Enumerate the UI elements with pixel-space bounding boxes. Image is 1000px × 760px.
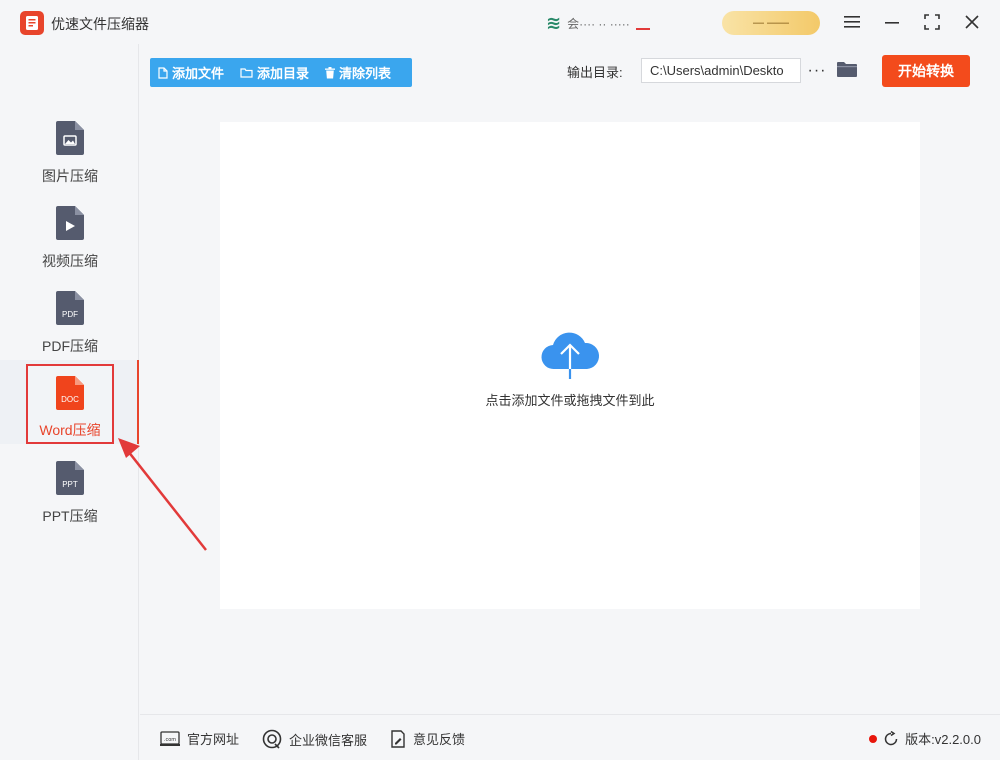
website-icon: .com (160, 730, 180, 746)
add-folder-label: 添加目录 (257, 66, 310, 81)
file-type-tag: DOC (61, 395, 79, 404)
wechat-support-icon (262, 729, 282, 749)
official-website-link[interactable]: .com 官方网址 (160, 729, 239, 748)
feedback-link[interactable]: 意见反馈 (390, 729, 465, 748)
maximize-icon[interactable] (920, 10, 944, 34)
sidebar-item-pdf[interactable]: PDF PDF压缩 (26, 280, 114, 360)
browse-more-button[interactable]: ··· (806, 58, 828, 83)
add-file-label: 添加文件 (172, 66, 225, 81)
minimize-icon[interactable] (880, 10, 904, 34)
footer: .com 官方网址 企业微信客服 意见反馈 版本:v2.2.0.0 (140, 714, 1000, 760)
sidebar-item-word[interactable]: DOC Word压缩 (26, 364, 114, 444)
svg-text:.com: .com (164, 737, 176, 743)
menu-icon[interactable] (840, 10, 864, 34)
refresh-icon[interactable] (883, 730, 899, 747)
video-file-icon (56, 206, 84, 243)
sidebar-item-ppt[interactable]: PPT PPT压缩 (26, 450, 114, 530)
wechat-support-label: 企业微信客服 (289, 732, 368, 748)
sidebar-item-video[interactable]: 视频压缩 (26, 195, 114, 275)
user-info[interactable]: ≋ 会···· ·· ····· (546, 13, 650, 34)
output-directory-label: 输出目录: (567, 65, 623, 80)
clear-list-button[interactable]: 清除列表 (317, 58, 399, 87)
app-title: 优速文件压缩器 (51, 16, 149, 32)
sidebar-item-image[interactable]: 图片压缩 (26, 110, 114, 190)
feedback-icon (391, 729, 405, 748)
trash-icon (325, 66, 336, 78)
start-convert-button[interactable]: 开始转换 (882, 55, 970, 87)
file-type-tag: PPT (62, 480, 78, 489)
title-bar: 优速文件压缩器 ≋ 会···· ·· ····· — —— (0, 0, 1000, 44)
add-file-button[interactable]: 添加文件 (150, 58, 232, 87)
version-label: 版本:v2.2.0.0 (905, 732, 981, 747)
pdf-file-icon: PDF (56, 291, 84, 328)
user-avatar-icon: ≋ (546, 13, 562, 33)
version-info: 版本:v2.2.0.0 (869, 729, 981, 748)
app-logo-icon (20, 11, 44, 35)
sidebar-item-label: Word压缩 (39, 422, 101, 438)
image-file-icon (56, 121, 84, 158)
sidebar-item-label: 视频压缩 (42, 253, 98, 269)
file-drop-zone[interactable]: 点击添加文件或拖拽文件到此 (220, 122, 920, 609)
file-type-tag: PDF (62, 310, 78, 319)
close-icon[interactable] (960, 10, 984, 34)
user-flag-icon (635, 27, 650, 30)
annotation-arrow (118, 438, 207, 551)
sidebar-item-label: PPT压缩 (42, 508, 98, 524)
open-folder-icon[interactable] (836, 60, 858, 82)
doc-file-icon: DOC (56, 376, 84, 413)
wechat-support-link[interactable]: 企业微信客服 (262, 729, 367, 749)
cloud-upload-icon (540, 329, 600, 384)
user-name: 会···· ·· ····· (567, 17, 630, 31)
output-directory-input[interactable]: C:\Users\admin\Deskto (641, 58, 801, 83)
vip-badge[interactable]: — —— (722, 11, 820, 35)
official-website-label: 官方网址 (187, 732, 240, 747)
sidebar-item-label: 图片压缩 (42, 168, 98, 184)
ppt-file-icon: PPT (56, 461, 84, 498)
feedback-label: 意见反馈 (413, 732, 466, 747)
update-dot-icon (869, 734, 878, 743)
file-toolbar: 添加文件 添加目录 清除列表 (150, 58, 412, 87)
add-folder-button[interactable]: 添加目录 (232, 58, 317, 87)
folder-icon (240, 68, 253, 78)
file-icon (158, 66, 168, 79)
sidebar-item-label: PDF压缩 (42, 338, 98, 354)
clear-list-label: 清除列表 (339, 66, 392, 81)
drop-zone-hint: 点击添加文件或拖拽文件到此 (485, 393, 655, 408)
